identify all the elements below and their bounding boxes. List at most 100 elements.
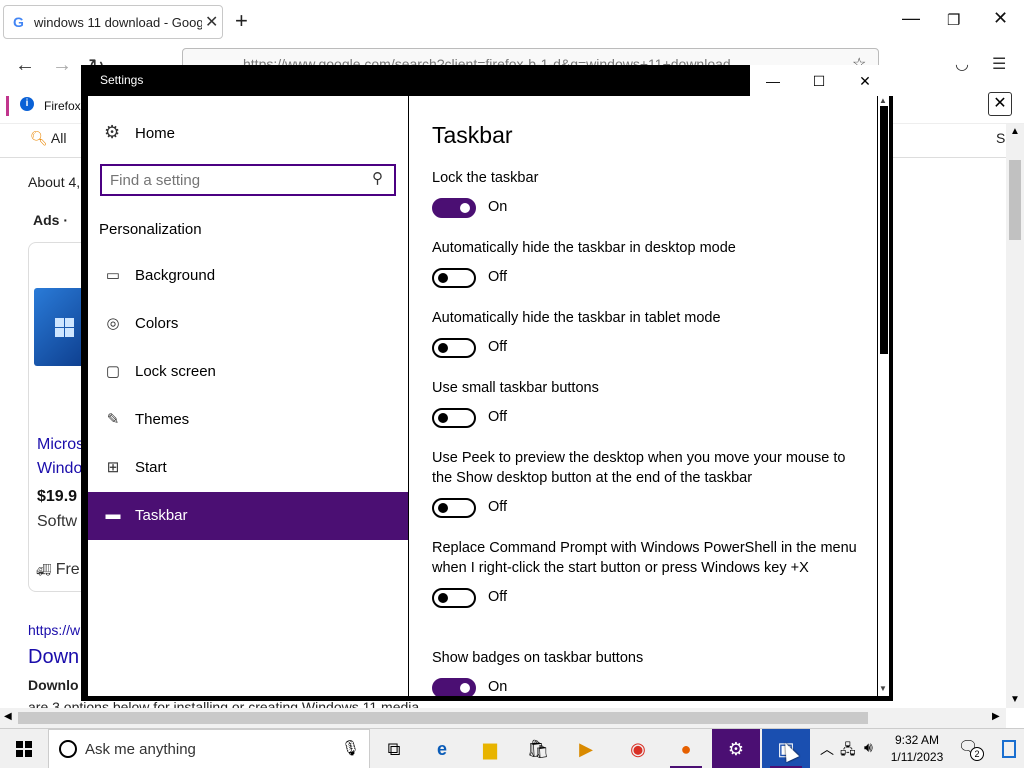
network-icon[interactable]: 🖧︎ <box>840 739 856 763</box>
page-horizontal-scrollbar[interactable]: ◀ ▶ <box>0 708 1006 728</box>
toggle-switch[interactable] <box>432 588 476 608</box>
brush-icon: ✎ <box>106 411 120 428</box>
image-icon: ▭ <box>105 267 121 284</box>
new-tab-button[interactable]: + <box>235 8 248 34</box>
store-icon[interactable]: 🛍︎ <box>514 729 562 768</box>
settings-scroll-thumb[interactable] <box>880 106 888 354</box>
volume-icon[interactable]: 🔊︎ <box>864 739 873 756</box>
search-tab-all[interactable]: 🔍︎ All <box>30 130 66 147</box>
scroll-up-arrow-icon[interactable]: ▲ <box>879 96 887 105</box>
setting-replace-cmd-powershell: Replace Command Prompt with Windows Powe… <box>432 538 860 608</box>
scroll-up-arrow-icon[interactable]: ▲ <box>1010 126 1020 137</box>
nav-item-taskbar[interactable]: ▬ Taskbar <box>88 492 408 540</box>
nav-home-label: Home <box>135 125 176 142</box>
settings-close-button[interactable]: ✕ <box>845 68 885 94</box>
setting-label: Lock the taskbar <box>432 170 539 186</box>
nav-item-label: Colors <box>135 315 179 332</box>
toggle-switch[interactable] <box>432 338 476 358</box>
forward-button[interactable]: → <box>52 54 72 77</box>
scroll-left-arrow-icon[interactable]: ◀ <box>4 711 12 722</box>
nav-item-label: Themes <box>135 411 190 428</box>
search-icon[interactable]: ⚲ <box>372 169 383 187</box>
nav-item-start[interactable]: ⊞ Start <box>88 444 408 492</box>
cortana-search-box[interactable]: Ask me anything 🎙︎ <box>48 729 370 768</box>
settings-scrollbar[interactable]: ▲ ▼ <box>877 96 889 696</box>
product-title-line-2[interactable]: Windo <box>37 460 82 478</box>
ads-label: Ads · <box>33 212 68 228</box>
settings-window-title: Settings <box>100 73 144 87</box>
show-desktop-icon[interactable] <box>1002 740 1016 758</box>
microphone-icon[interactable]: 🎙︎ <box>341 739 360 757</box>
nav-item-colors[interactable]: ◎ Colors <box>88 300 408 348</box>
setting-autohide-desktop: Automatically hide the taskbar in deskto… <box>432 238 872 288</box>
result-title[interactable]: Down <box>28 646 79 669</box>
scroll-right-arrow-icon[interactable]: ▶ <box>992 711 1000 722</box>
setting-autohide-tablet: Automatically hide the taskbar in tablet… <box>432 308 872 358</box>
product-image <box>34 288 84 366</box>
lock-screen-icon: ▢ <box>105 363 121 380</box>
browser-restore-button[interactable]: ❐ <box>947 11 960 29</box>
nav-item-themes[interactable]: ✎ Themes <box>88 396 408 444</box>
setting-label: Use small taskbar buttons <box>432 380 599 396</box>
settings-gear-icon[interactable]: ⚙ <box>712 729 760 768</box>
result-url[interactable]: https://w <box>28 622 80 638</box>
clock[interactable]: 9:32 AM 1/11/2023 <box>886 732 948 766</box>
search-tab-more[interactable]: S <box>996 130 1005 146</box>
product-seller: Softw <box>37 513 78 530</box>
media-player-icon[interactable]: ▶ <box>562 729 610 768</box>
windows-logo-icon <box>16 741 32 757</box>
start-button[interactable] <box>0 729 48 768</box>
nav-home[interactable]: ⚙ Home <box>88 116 408 152</box>
nav-item-label: Background <box>135 267 216 284</box>
info-icon: i <box>20 97 34 111</box>
chrome-icon[interactable]: ◉ <box>614 729 662 768</box>
settings-maximize-button[interactable]: ☐ <box>799 68 839 94</box>
find-setting-input[interactable] <box>110 170 360 190</box>
scroll-down-arrow-icon[interactable]: ▼ <box>879 684 887 693</box>
edge-browser-icon[interactable]: e <box>418 729 466 768</box>
browser-close-button[interactable]: ✕ <box>993 8 1008 29</box>
cortana-icon <box>59 740 77 758</box>
infobar-text: Firefox <box>44 99 81 113</box>
tab-title: windows 11 download - Google <box>34 15 202 30</box>
pocket-icon[interactable]: ◡ <box>955 54 969 74</box>
setting-label: Automatically hide the taskbar in tablet… <box>432 310 721 326</box>
toggle-state: Off <box>488 589 508 605</box>
toggle-switch[interactable] <box>432 408 476 428</box>
browser-tab[interactable]: G windows 11 download - Google ✕ <box>3 5 223 39</box>
nav-item-lock-screen[interactable]: ▢ Lock screen <box>88 348 408 396</box>
page-hscroll-thumb[interactable] <box>18 712 868 724</box>
back-button[interactable]: ← <box>15 54 35 77</box>
find-setting-search[interactable]: ⚲ <box>100 164 396 196</box>
settings-titlebar[interactable]: Settings — ☐ ✕ <box>81 65 893 96</box>
infobar-close-button[interactable]: ✕ <box>988 92 1012 116</box>
tab-close-icon[interactable]: ✕ <box>205 12 218 32</box>
menu-icon[interactable]: ☰ <box>992 54 1006 74</box>
setting-use-peek: Use Peek to preview the desktop when you… <box>432 448 864 518</box>
section-heading-personalization: Personalization <box>99 221 202 238</box>
palette-icon: ◎ <box>106 315 120 332</box>
nav-item-label: Lock screen <box>135 363 216 380</box>
show-hidden-icons-chevron-icon[interactable]: ︿ <box>820 739 834 759</box>
infobar-accent <box>6 96 9 116</box>
file-explorer-icon[interactable]: ▆ <box>466 729 514 768</box>
result-stats: About 4, <box>28 174 81 190</box>
scroll-down-arrow-icon[interactable]: ▼ <box>1010 694 1020 705</box>
page-vertical-scrollbar[interactable]: ▲ ▼ <box>1006 124 1024 708</box>
page-scroll-thumb[interactable] <box>1009 160 1021 240</box>
toggle-switch[interactable] <box>432 198 476 218</box>
toggle-switch[interactable] <box>432 678 476 696</box>
browser-minimize-button[interactable]: — <box>902 8 920 29</box>
toggle-switch[interactable] <box>432 498 476 518</box>
start-icon: ⊞ <box>106 459 120 476</box>
firefox-icon[interactable]: ● <box>662 729 710 768</box>
result-snippet-bold: Downlo <box>28 677 79 693</box>
task-view-icon[interactable]: ⧉ <box>370 729 418 768</box>
nav-item-background[interactable]: ▭ Background <box>88 252 408 300</box>
product-title-line-1[interactable]: Micros <box>37 436 84 454</box>
toggle-state: On <box>488 679 508 695</box>
toggle-switch[interactable] <box>432 268 476 288</box>
settings-minimize-button[interactable]: — <box>753 68 793 94</box>
toggle-state: On <box>488 199 508 215</box>
action-center-icon[interactable]: 🗨︎ 2 <box>958 737 984 761</box>
